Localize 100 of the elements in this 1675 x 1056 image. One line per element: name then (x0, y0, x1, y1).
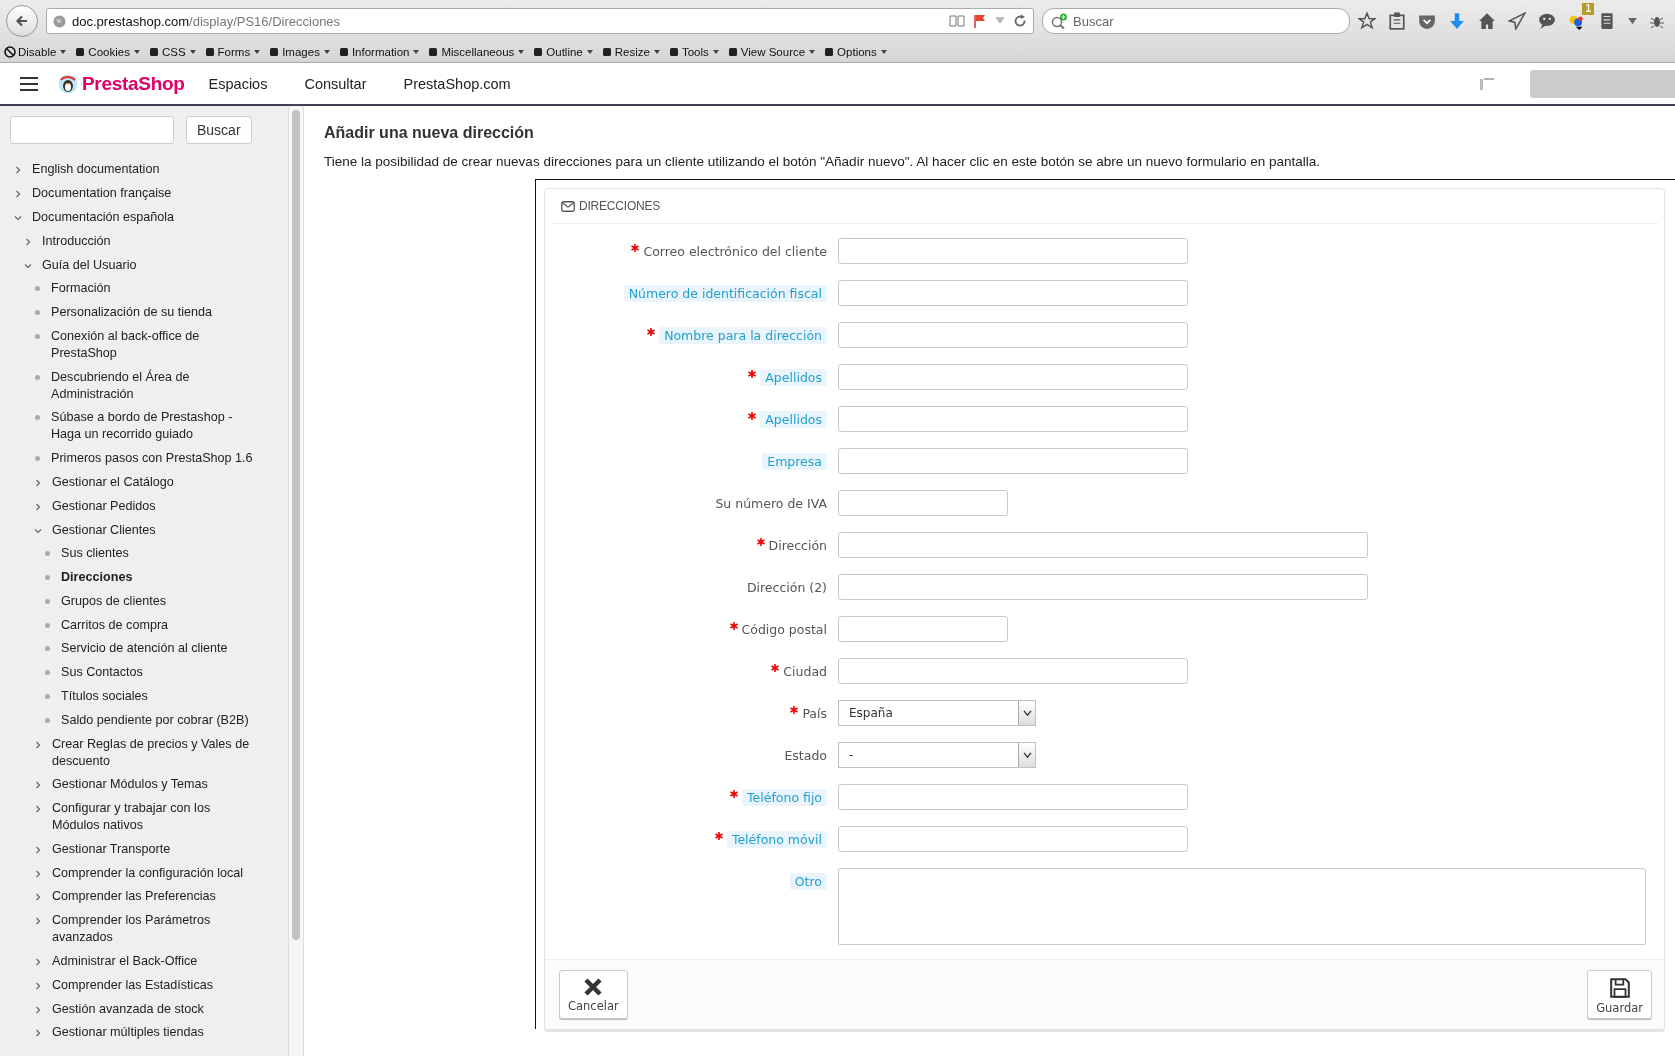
sidebar-link[interactable]: Administrar el Back-Office (52, 953, 198, 971)
cancel-button[interactable]: Cancelar (559, 970, 628, 1019)
sidebar-link[interactable]: Primeros pasos con PrestaShop 1.6 (51, 450, 253, 468)
dropdown[interactable]: España (838, 700, 1036, 726)
sidebar-link[interactable]: Comprender las Preferencias (52, 888, 216, 906)
sidebar-link[interactable]: Gestionar Pedidos (52, 497, 156, 515)
sidebar-link[interactable]: Súbase a bordo de Prestashop - Haga un recorrido guiado (51, 409, 256, 444)
chevron-right-icon[interactable] (34, 893, 42, 902)
scrollbar[interactable] (288, 106, 304, 1056)
sidebar-link[interactable]: Carritos de compra (61, 616, 169, 634)
toolbar-menu[interactable]: CSS (147, 46, 196, 58)
chat-bubble-icon[interactable] (1538, 12, 1556, 30)
sidebar-link[interactable]: Servicio de atención al cliente (61, 640, 228, 658)
search-field[interactable]: Buscar (1042, 8, 1350, 34)
input-field[interactable] (838, 448, 1188, 474)
sidebar-link[interactable]: Gestionar el Catálogo (52, 474, 174, 491)
sidebar-toggle-icon[interactable] (1480, 77, 1494, 90)
site-logo[interactable]: PrestaShop (82, 72, 185, 95)
toolbar-menu[interactable]: Forms (203, 46, 261, 58)
sidebar-search-field[interactable] (10, 116, 174, 144)
input-field[interactable] (838, 616, 1008, 642)
toolbar-menu[interactable]: Tools (667, 46, 719, 58)
sidebar-link[interactable]: Crear Reglas de precios y Vales de descuento (52, 735, 257, 770)
sidebar-link[interactable]: Comprender los Parámetros avanzados (52, 912, 257, 947)
input-field[interactable] (838, 364, 1188, 390)
sidebar-link[interactable]: Gestionar Clientes (52, 521, 156, 539)
flag-icon[interactable] (973, 14, 987, 28)
sidebar-link[interactable]: Saldo pendiente por cobrar (B2B) (61, 711, 249, 729)
toolbar-menu[interactable]: Cookies (74, 46, 140, 58)
sidebar-link[interactable]: Guía del Usuario (42, 256, 137, 274)
toolbar-menu[interactable]: Images (268, 46, 330, 58)
sidebar-link[interactable]: Descubriendo el Área de Administración (51, 368, 256, 403)
sidebar-link[interactable]: Gestionar Transporte (52, 840, 171, 858)
chevron-right-icon[interactable] (34, 781, 42, 790)
home-icon[interactable] (1478, 12, 1496, 30)
dropdown-arrow-icon[interactable] (1628, 17, 1637, 25)
dropdown[interactable]: - (838, 742, 1036, 768)
sidebar-link[interactable]: Gestionar múltiples tiendas (52, 1024, 204, 1042)
chevron-right-icon[interactable] (34, 917, 42, 926)
toolbar-menu[interactable]: Resize (600, 46, 660, 58)
sidebar-link[interactable]: Conexión al back-office de PrestaShop (51, 327, 256, 362)
nav-link[interactable]: Consultar (304, 75, 367, 92)
toolbar-menu[interactable]: Disable (4, 46, 67, 58)
chevron-right-icon[interactable] (14, 166, 22, 175)
sidebar-link[interactable]: Comprender las Estadísticas (52, 976, 213, 994)
dropdown-arrow-icon[interactable] (995, 17, 1005, 25)
chevron-right-icon[interactable] (34, 1005, 42, 1014)
toolbar-menu[interactable]: Information (337, 46, 420, 58)
chevron-down-icon[interactable] (24, 261, 32, 270)
sidebar-link[interactable]: Títulos sociales (61, 688, 148, 705)
input-field[interactable] (838, 238, 1188, 264)
chevron-right-icon[interactable] (34, 845, 42, 854)
input-field[interactable] (838, 280, 1188, 306)
sidebar-link[interactable]: Documentation française (32, 185, 172, 203)
sidebar-link[interactable]: English documentation (32, 161, 160, 179)
nav-link[interactable]: PrestaShop.com (403, 75, 511, 92)
input-field[interactable] (838, 574, 1368, 600)
input-field[interactable] (838, 322, 1188, 348)
chevron-right-icon[interactable] (34, 740, 42, 749)
input-field[interactable] (838, 784, 1188, 810)
input-field[interactable] (838, 658, 1188, 684)
input-field[interactable] (838, 406, 1188, 432)
chevron-right-icon[interactable] (34, 1029, 42, 1038)
clipboard-list-icon[interactable] (1388, 12, 1406, 30)
chevron-right-icon[interactable] (24, 237, 32, 246)
sidebar-link[interactable]: Introducción (42, 232, 111, 250)
sidebar-link[interactable]: Direcciones (61, 569, 133, 587)
input-field[interactable] (838, 490, 1008, 516)
sidebar-link[interactable]: Sus Contactos (61, 664, 143, 682)
sidebar-link[interactable]: Comprender la configuración local (52, 864, 244, 882)
address-bar[interactable]: doc.prestashop.com/display/PS16/Direcciones (46, 8, 1034, 34)
back-button[interactable] (6, 5, 38, 37)
reload-icon[interactable] (1013, 14, 1027, 28)
chevron-right-icon[interactable] (34, 805, 42, 814)
sidebar-link[interactable]: Sus clientes (61, 545, 129, 563)
sidebar-link[interactable]: Documentación española (32, 208, 175, 226)
chevron-right-icon[interactable] (34, 958, 42, 967)
toolbar-menu[interactable]: Options (823, 46, 887, 58)
toolbar-menu[interactable]: View Source (726, 46, 816, 58)
chevron-down-icon[interactable] (14, 213, 22, 222)
chevron-right-icon[interactable] (14, 190, 22, 199)
sidebar-link[interactable]: Gestión avanzada de stock (52, 1000, 204, 1018)
chevron-right-icon[interactable] (34, 981, 42, 990)
toolbar-menu[interactable]: Outline (532, 46, 593, 58)
reader-icon[interactable] (949, 15, 965, 27)
chevron-down-icon[interactable] (34, 526, 42, 535)
pocket-icon[interactable] (1418, 12, 1436, 30)
sidebar-link[interactable]: Configurar y trabajar con los Módulos nativos (52, 800, 257, 835)
chevron-right-icon[interactable] (34, 869, 42, 878)
save-button[interactable]: Guardar (1587, 970, 1652, 1019)
download-icon[interactable] (1448, 12, 1466, 30)
search-button[interactable]: Buscar (186, 116, 252, 144)
nav-link[interactable]: Espacios (208, 75, 268, 92)
sidebar-link[interactable]: Formación (51, 280, 111, 298)
chevron-right-icon[interactable] (34, 479, 42, 487)
sidebar-link[interactable]: Personalización de su tienda (51, 304, 213, 322)
send-icon[interactable] (1508, 12, 1526, 30)
notepad-icon[interactable] (1598, 12, 1616, 30)
chevron-right-icon[interactable] (34, 502, 42, 511)
toolbar-menu[interactable]: Miscellaneous (427, 46, 525, 58)
